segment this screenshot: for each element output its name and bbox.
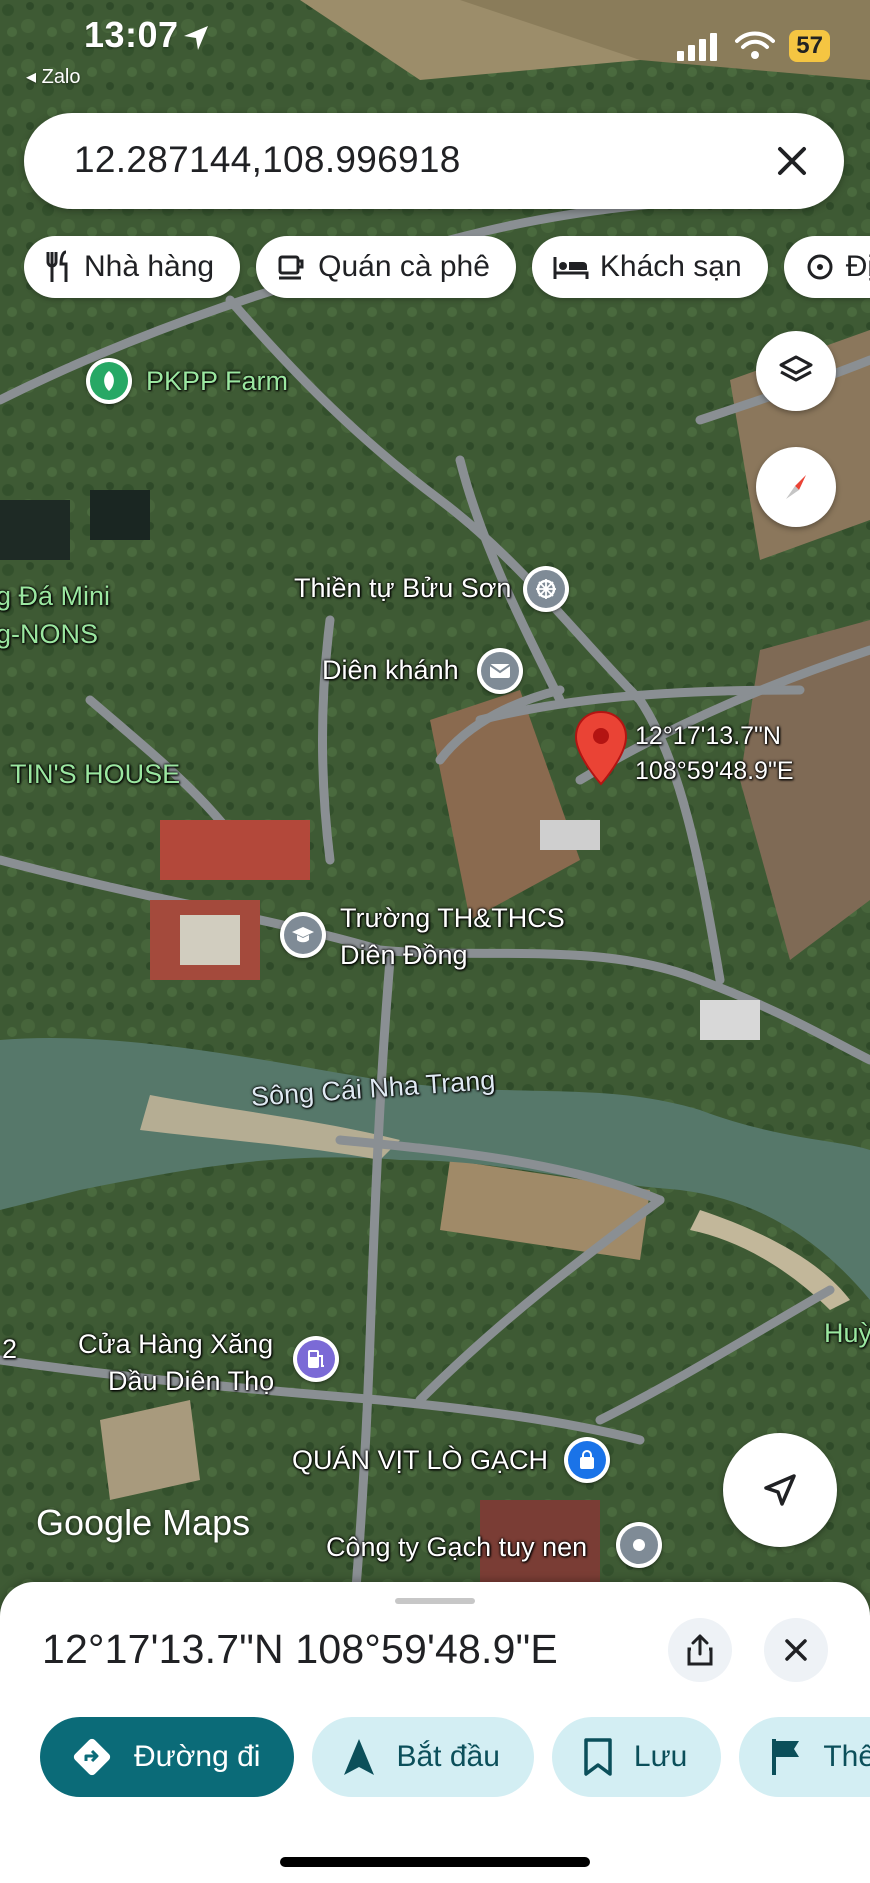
location-pin-icon[interactable] [574, 710, 628, 790]
status-time: 13:07 [84, 14, 179, 55]
hotel-icon [553, 257, 589, 279]
my-location-button[interactable] [723, 1433, 837, 1547]
close-sheet-button[interactable] [764, 1618, 828, 1682]
location-services-icon [184, 26, 208, 50]
category-chips: Nhà hàng Quán cà phê Khách sạn Đị [24, 236, 870, 298]
start-label: Bắt đầu [396, 1740, 500, 1773]
search-bar[interactable]: 12.287144,108.996918 [24, 113, 844, 209]
attraction-icon [807, 254, 833, 280]
label-nons: g-NONS [0, 619, 99, 649]
status-bar: 13:07 ◂ Zalo 57 [0, 0, 870, 100]
place-coordinates: 12°17'13.7"N 108°59'48.9"E [42, 1626, 558, 1672]
chip-label: Đị [845, 250, 870, 283]
chip-coffee[interactable]: Quán cà phê [256, 236, 516, 298]
label-quan-vit: QUÁN VỊT LÒ GẠCH [292, 1445, 549, 1475]
temple-marker[interactable] [523, 566, 569, 612]
coffee-icon [278, 255, 304, 280]
google-maps-logo: Google Maps [36, 1502, 251, 1543]
chip-attractions[interactable]: Đị [783, 236, 870, 298]
post-office-marker[interactable] [477, 648, 523, 694]
label-thien-tu: Thiền tự Bửu Sơn [294, 573, 512, 603]
action-buttons: Đường đi Bắt đầu Lưu Thê [40, 1717, 870, 1797]
label-huy: Huỳ [824, 1318, 870, 1348]
add-label-button[interactable]: Thê [739, 1717, 870, 1797]
place-sheet[interactable]: 12°17'13.7"N 108°59'48.9"E Đường đi Bắt … [0, 1582, 870, 1883]
company-marker[interactable] [616, 1522, 662, 1568]
restaurant-icon [46, 250, 68, 282]
directions-button[interactable]: Đường đi [40, 1717, 295, 1797]
signal-icon [677, 33, 718, 61]
add-label-label: Thê [823, 1740, 870, 1773]
label-cong-ty: Công ty Gạch tuy nen [326, 1532, 588, 1562]
label-edge-2: 2 [2, 1334, 18, 1364]
label-da-mini: g Đá Mini [0, 581, 111, 611]
close-icon[interactable] [770, 139, 814, 183]
flag-icon [772, 1739, 800, 1775]
chip-restaurants[interactable]: Nhà hàng [24, 236, 241, 298]
pin-longitude: 108°59'48.9"E [635, 757, 794, 785]
dot-icon [633, 1539, 645, 1551]
leaf-icon [104, 371, 114, 391]
back-to-app-link[interactable]: ◂ Zalo [26, 64, 81, 89]
battery-level: 57 [789, 30, 830, 62]
chip-label: Quán cà phê [318, 250, 490, 283]
directions-icon [73, 1738, 111, 1776]
save-button[interactable]: Lưu [551, 1717, 722, 1797]
graduation-cap-icon [292, 927, 314, 943]
mail-icon [489, 664, 511, 678]
close-icon [785, 1639, 807, 1661]
shop-marker[interactable] [564, 1437, 610, 1483]
pin-latitude: 12°17'13.7"N [635, 722, 781, 750]
compass-icon [786, 475, 806, 499]
dharma-wheel-icon [536, 579, 556, 599]
search-input[interactable]: 12.287144,108.996918 [74, 139, 461, 181]
save-label: Lưu [633, 1740, 688, 1773]
layers-button[interactable] [756, 331, 836, 411]
label-truong-2: Diên Đồng [340, 940, 468, 970]
directions-label: Đường đi [134, 1740, 261, 1773]
share-button[interactable] [668, 1618, 732, 1682]
location-arrow-icon [764, 1474, 796, 1506]
status-icons: 57 [677, 30, 830, 62]
label-cua-hang-2: Dầu Diên Thọ [108, 1366, 275, 1396]
label-tins-house: TIN'S HOUSE [10, 759, 181, 789]
home-indicator[interactable] [280, 1857, 590, 1867]
chip-label: Khách sạn [599, 250, 742, 283]
label-pkpp-farm: PKPP Farm [146, 366, 289, 396]
layers-icon [779, 355, 813, 382]
sheet-grab-handle[interactable] [395, 1598, 475, 1604]
start-button[interactable]: Bắt đầu [312, 1717, 534, 1797]
farm-marker[interactable] [86, 358, 132, 404]
compass-button[interactable] [756, 447, 836, 527]
chip-label: Nhà hàng [84, 250, 215, 283]
share-icon [687, 1634, 713, 1666]
school-marker[interactable] [280, 912, 326, 958]
fuel-pump-icon [308, 1350, 324, 1368]
gas-station-marker[interactable] [293, 1336, 339, 1382]
navigation-arrow-icon [344, 1739, 375, 1775]
label-cua-hang-1: Cửa Hàng Xăng [78, 1329, 274, 1359]
bookmark-icon [584, 1738, 612, 1776]
chip-hotels[interactable]: Khách sạn [531, 236, 768, 298]
shopping-bag-icon [580, 1450, 594, 1469]
label-truong-1: Trường TH&THCS [340, 903, 565, 933]
label-dien-khanh: Diên khánh [322, 655, 459, 685]
wifi-icon [735, 31, 776, 59]
